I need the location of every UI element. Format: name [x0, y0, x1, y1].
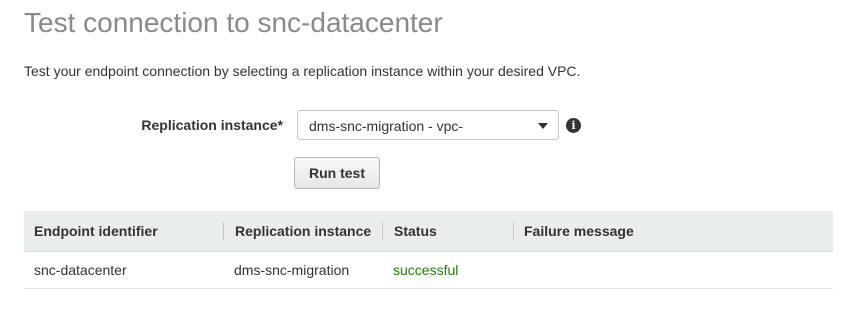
replication-instance-label: Replication instance*: [141, 117, 283, 133]
cell-replication-instance: dms-snc-migration: [234, 262, 350, 278]
replication-instance-value: dms-snc-migration - vpc-: [309, 118, 464, 134]
table-header: Endpoint identifier Replication instance…: [24, 211, 833, 252]
page-description: Test your endpoint connection by selecti…: [24, 63, 581, 79]
column-header-failure-message[interactable]: Failure message: [524, 211, 634, 251]
table-row[interactable]: snc-datacenter dms-snc-migration success…: [24, 252, 833, 289]
results-table: Endpoint identifier Replication instance…: [24, 211, 833, 289]
info-icon[interactable]: i: [566, 118, 581, 133]
column-divider: [382, 222, 383, 240]
column-header-status[interactable]: Status: [394, 211, 437, 251]
column-divider: [513, 222, 514, 240]
column-divider: [223, 222, 224, 240]
cell-status: successful: [393, 262, 459, 278]
cell-endpoint-identifier: snc-datacenter: [34, 262, 127, 278]
column-header-replication-instance[interactable]: Replication instance: [235, 211, 371, 251]
chevron-down-icon: [538, 123, 548, 129]
replication-instance-select[interactable]: dms-snc-migration - vpc-: [297, 110, 559, 140]
column-header-endpoint-identifier[interactable]: Endpoint identifier: [34, 211, 158, 251]
page-title: Test connection to snc-datacenter: [24, 7, 443, 38]
run-test-button[interactable]: Run test: [294, 157, 380, 189]
